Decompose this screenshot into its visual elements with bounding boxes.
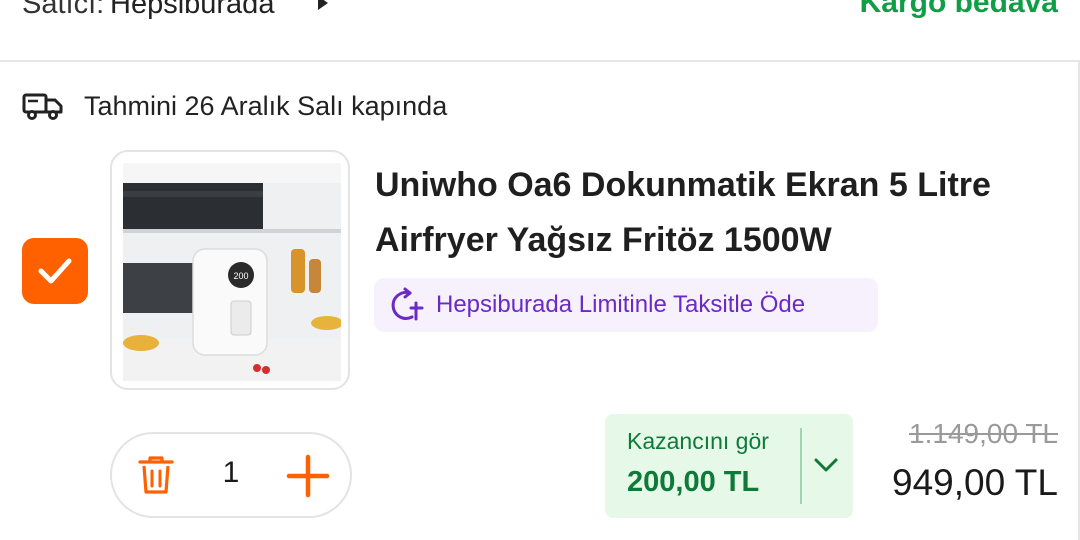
- delivery-text: Tahmini 26 Aralık Salı kapında: [84, 90, 448, 121]
- divider: [0, 60, 1080, 62]
- quantity-value: 1: [222, 456, 240, 489]
- free-shipping-label: Kargo bedava: [859, 0, 1058, 19]
- product-image: 200: [123, 163, 341, 381]
- seller-name-link[interactable]: Hepsiburada: [110, 0, 274, 21]
- product-title[interactable]: Uniwho Oa6 Dokunmatik Ekran 5 Litre Airf…: [375, 158, 1015, 268]
- quantity-stepper: 1: [110, 432, 352, 518]
- gain-amount: 200,00 TL: [627, 466, 760, 498]
- delivery-estimate: Tahmini 26 Aralık Salı kapında: [22, 88, 447, 124]
- gain-separator: [800, 428, 802, 504]
- gain-label: Kazancını gör: [627, 428, 769, 454]
- check-icon: [38, 258, 72, 284]
- seller-prefix: Satıcı:: [22, 0, 105, 20]
- current-price: 949,00 TL: [892, 462, 1058, 503]
- caret-right-icon[interactable]: [316, 0, 330, 10]
- installment-text: Hepsiburada Limitinle Taksitle Öde: [436, 291, 806, 318]
- installment-badge[interactable]: Hepsiburada Limitinle Taksitle Öde: [374, 278, 878, 332]
- old-price: 1.149,00 TL: [909, 418, 1058, 449]
- seller-row: Satıcı: Hepsiburada Kargo bedava: [0, 0, 1080, 60]
- product-image-frame[interactable]: 200: [110, 150, 350, 390]
- plus-icon[interactable]: [286, 454, 330, 498]
- chevron-down-icon[interactable]: [811, 454, 841, 476]
- trash-icon[interactable]: [136, 454, 176, 496]
- product-select-checkbox[interactable]: [22, 238, 88, 304]
- truck-icon: [22, 93, 63, 120]
- gain-box[interactable]: Kazancını gör 200,00 TL: [605, 414, 853, 518]
- installment-refresh-icon: [391, 287, 424, 321]
- air-fryer-display-text: 200: [233, 271, 248, 281]
